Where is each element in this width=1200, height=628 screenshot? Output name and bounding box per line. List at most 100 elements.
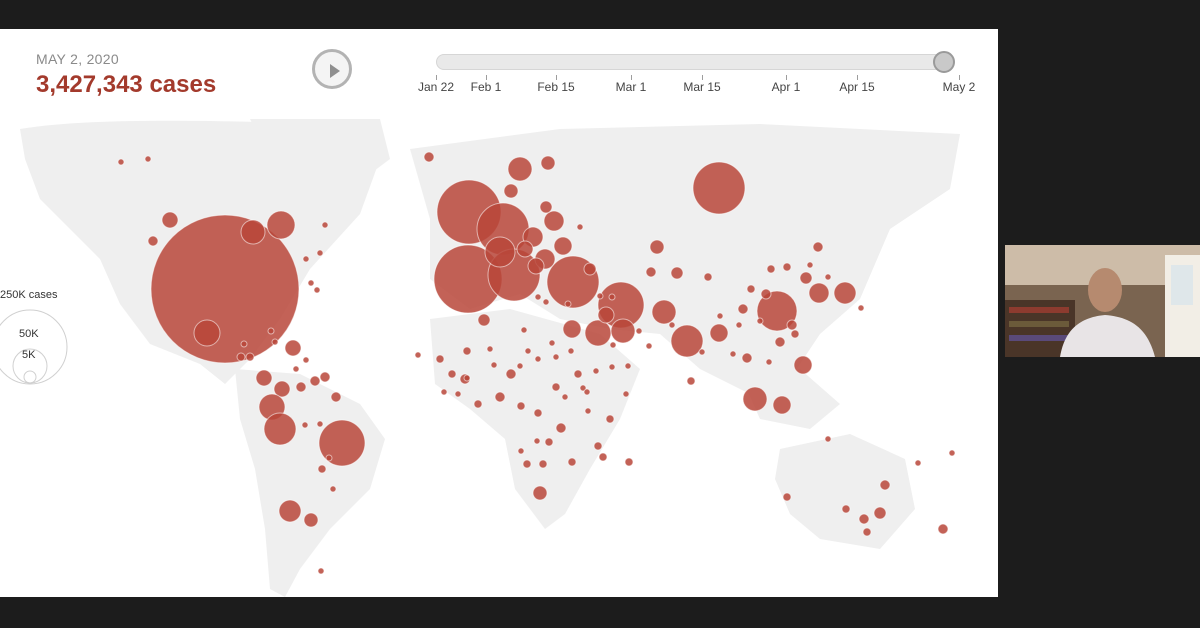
bubble xyxy=(596,292,604,300)
bubble xyxy=(440,388,448,396)
bubble xyxy=(255,369,273,387)
legend-circle-large xyxy=(0,309,68,385)
bubble xyxy=(161,211,179,229)
bubble xyxy=(517,447,525,455)
bubble xyxy=(473,399,483,409)
bubble xyxy=(316,420,324,428)
bubble xyxy=(414,351,422,359)
bubble xyxy=(302,356,310,364)
bubble xyxy=(782,492,792,502)
timeline-slider-track[interactable] xyxy=(436,54,948,70)
bubble xyxy=(649,239,665,255)
bubble-iran xyxy=(651,299,677,325)
bubble xyxy=(454,390,462,398)
bubble xyxy=(772,395,792,415)
bubble xyxy=(567,457,577,467)
bubble xyxy=(503,183,519,199)
bubble xyxy=(553,236,573,256)
bubble-korea xyxy=(808,282,830,304)
bubble xyxy=(583,388,591,396)
bubble xyxy=(564,300,572,308)
bubble xyxy=(313,286,321,294)
bubble xyxy=(624,457,634,467)
bubble xyxy=(533,437,541,445)
bubble xyxy=(463,374,471,382)
bubble xyxy=(806,261,814,269)
timeline-tick-label: Mar 1 xyxy=(615,80,647,94)
bubble xyxy=(756,317,764,325)
bubble xyxy=(301,421,309,429)
bubble xyxy=(544,437,554,447)
bubble xyxy=(307,279,315,287)
bubble xyxy=(144,155,152,163)
play-icon xyxy=(330,64,340,78)
bubble xyxy=(879,479,891,491)
bubble-pakistan xyxy=(670,324,704,358)
bubble xyxy=(267,327,275,335)
play-button[interactable] xyxy=(312,49,352,89)
bubble xyxy=(524,347,532,355)
bubble xyxy=(774,336,786,348)
bubble xyxy=(645,342,653,350)
bubble xyxy=(240,340,248,348)
bubble xyxy=(841,504,851,514)
bubble xyxy=(534,293,542,301)
bubble xyxy=(505,368,517,380)
bubble xyxy=(573,369,583,379)
bubble xyxy=(584,319,612,347)
bubble xyxy=(610,318,636,344)
bubble xyxy=(317,464,327,474)
bubble-philippines xyxy=(793,355,813,375)
bubble-iceland xyxy=(423,151,435,163)
bubble xyxy=(548,339,556,347)
bubble xyxy=(567,347,575,355)
bubble xyxy=(516,240,534,258)
bubble xyxy=(462,346,472,356)
bubble xyxy=(790,329,800,339)
bubble xyxy=(494,391,506,403)
bubble xyxy=(533,408,543,418)
bubble xyxy=(534,355,542,363)
bubble-mexico xyxy=(193,319,221,347)
bubble xyxy=(746,284,756,294)
date-label: MAY 2, 2020 xyxy=(36,51,119,67)
bubble xyxy=(486,345,494,353)
bubble xyxy=(516,362,524,370)
bubble xyxy=(766,264,776,274)
bubble xyxy=(608,363,616,371)
legend-circle-small xyxy=(23,370,37,384)
bubble xyxy=(552,353,560,361)
bubble xyxy=(609,341,617,349)
bubble xyxy=(703,272,713,282)
webcam-thumbnail xyxy=(1005,245,1200,357)
bubble-new-zealand xyxy=(937,523,949,535)
bubble xyxy=(490,361,498,369)
bubble xyxy=(598,452,608,462)
bubble xyxy=(309,375,321,387)
timeline-tick-label: Jan 22 xyxy=(417,80,455,94)
bubble xyxy=(624,362,632,370)
timeline-tick-label: Apr 1 xyxy=(771,80,801,94)
bubble xyxy=(562,319,582,339)
bubble xyxy=(635,327,643,335)
bubble-russia-east xyxy=(692,161,746,215)
south-america-land xyxy=(235,369,385,597)
bubble xyxy=(551,382,561,392)
bubble xyxy=(236,352,246,362)
bubble xyxy=(540,155,556,171)
bubble xyxy=(857,304,865,312)
bubble xyxy=(765,358,773,366)
bubble-russia-west xyxy=(507,156,533,182)
bubble xyxy=(583,262,597,276)
bubble-indonesia xyxy=(742,386,768,412)
legend-label-medium: 50K xyxy=(19,328,39,340)
map-panel: MAY 2, 2020 3,427,343 cases Jan 22 Feb 1… xyxy=(0,29,998,597)
bubble xyxy=(484,236,516,268)
timeline-slider-thumb[interactable] xyxy=(933,51,955,73)
bubble xyxy=(435,354,445,364)
bubble xyxy=(858,513,870,525)
bubble xyxy=(645,266,657,278)
bubble xyxy=(477,313,491,327)
bubble xyxy=(284,339,302,357)
bubble xyxy=(329,485,337,493)
